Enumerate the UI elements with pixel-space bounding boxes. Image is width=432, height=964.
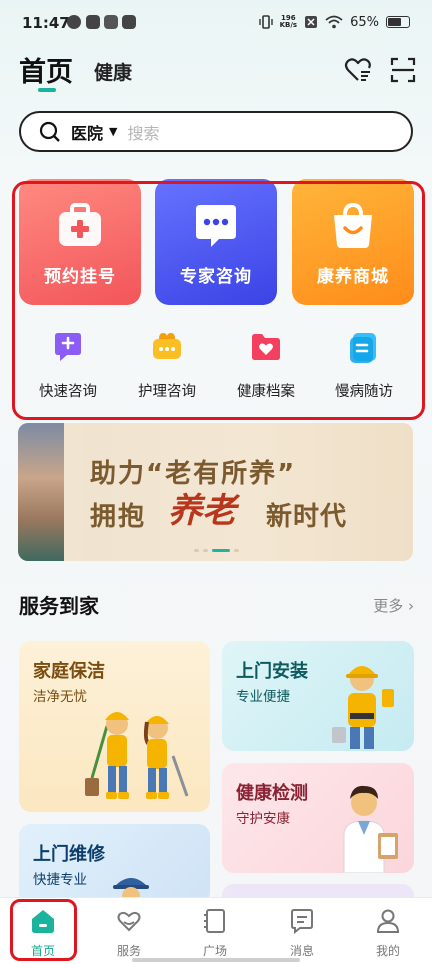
battery-percent: 65%: [350, 14, 379, 30]
net-speed: 196 KB/s: [279, 14, 298, 29]
service-subtitle: 守护安康: [236, 811, 290, 827]
banner-line2-end: 新时代: [266, 502, 348, 532]
notification-app-icon: [104, 15, 118, 29]
service-card-cleaning[interactable]: 家庭保洁 洁净无忧: [19, 641, 210, 812]
nav-square[interactable]: 广场: [183, 908, 247, 959]
nav-label: 我的: [375, 944, 400, 958]
banner-line2-highlight: 养老: [168, 491, 236, 531]
battery-icon: [386, 16, 410, 28]
notification-mail-icon: [122, 15, 136, 29]
pager-dot: [203, 549, 208, 552]
banner-photo: [18, 423, 64, 561]
no-sim-icon: [305, 16, 318, 28]
section-title: 服务到家: [19, 594, 99, 618]
nav-label: 服务: [116, 944, 141, 958]
banner-line2-start: 拥抱: [90, 502, 147, 532]
gesture-bar: [132, 958, 300, 962]
pager-dot: [234, 549, 239, 552]
search-input[interactable]: 搜索: [127, 120, 159, 144]
wifi-icon: [325, 15, 343, 29]
notification-check-icon: [67, 15, 81, 29]
cleaners-illustration: [85, 712, 189, 799]
tab-active-indicator: [38, 88, 56, 92]
service-title: 上门维修: [33, 844, 105, 865]
notification-play-icon: [86, 15, 100, 29]
tab-health[interactable]: 健康: [94, 58, 132, 85]
care-heart-icon[interactable]: [344, 56, 372, 84]
nav-messages[interactable]: 消息: [270, 908, 334, 959]
technician-illustration: [332, 666, 394, 749]
service-title: 上门安装: [236, 661, 308, 682]
heart-hands-icon: [117, 911, 141, 932]
profile-icon: [376, 909, 400, 933]
search-icon: [39, 121, 60, 142]
service-card-health-check[interactable]: 健康检测 守护安康: [222, 763, 414, 873]
service-title: 健康检测: [236, 783, 308, 804]
pager-dot-active: [212, 549, 230, 552]
nav-services[interactable]: 服务: [97, 908, 161, 959]
nav-label: 广场: [202, 944, 227, 958]
banner-pager: [194, 549, 239, 552]
home-tab-highlight: [10, 899, 77, 961]
quick-services-highlight: [12, 181, 425, 420]
service-card-installation[interactable]: 上门安装 专业便捷: [222, 641, 414, 751]
vibrate-icon: [258, 15, 273, 29]
doctor-illustration: [343, 785, 398, 873]
search-category[interactable]: 医院: [71, 120, 103, 144]
caret-down-icon[interactable]: ▼: [109, 125, 117, 138]
book-icon: [204, 909, 225, 933]
tab-home[interactable]: 首页: [19, 50, 73, 89]
nav-label: 消息: [289, 944, 314, 958]
promo-banner[interactable]: 助力“老有所养” 拥抱 养老 新时代: [18, 423, 413, 561]
status-time: 11:47: [22, 14, 70, 32]
nav-profile[interactable]: 我的: [356, 908, 420, 959]
pager-dot: [194, 549, 199, 552]
status-right: 196 KB/s 65%: [258, 14, 410, 30]
search-bar[interactable]: 医院 ▼ 搜索: [19, 111, 413, 152]
service-subtitle: 快捷专业: [33, 872, 87, 888]
scan-icon[interactable]: [389, 56, 417, 84]
status-bar: 11:47 196 KB/s 65%: [0, 0, 432, 50]
service-card-repair[interactable]: 上门维修 快捷专业: [19, 824, 210, 904]
message-icon: [291, 909, 313, 935]
more-link[interactable]: 更多 ›: [373, 595, 414, 616]
service-title: 家庭保洁: [33, 661, 105, 682]
service-subtitle: 专业便捷: [236, 689, 290, 705]
banner-edge: [64, 423, 82, 561]
